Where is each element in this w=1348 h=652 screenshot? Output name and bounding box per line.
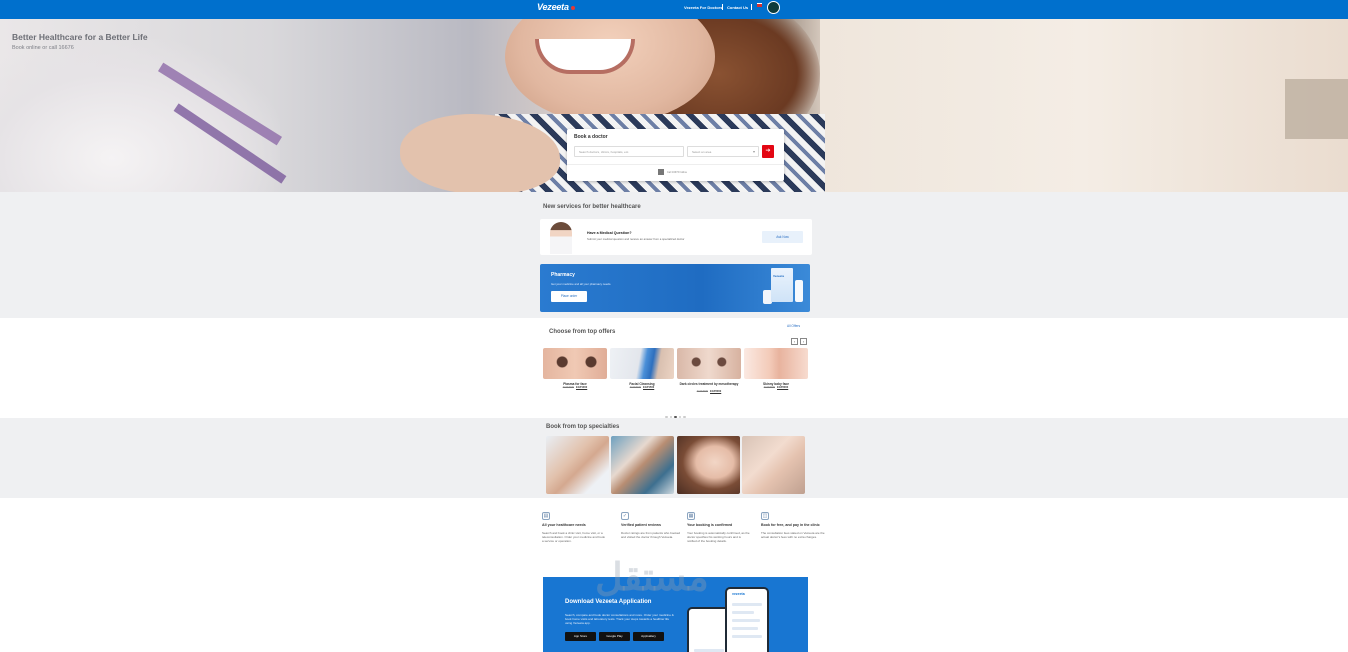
area-select[interactable]: Select an area ▾ — [687, 146, 759, 157]
offers-next-button[interactable]: › — [800, 338, 807, 345]
medicine-box-label: Vezeeta — [773, 274, 785, 278]
google-play-button[interactable]: Google Play — [599, 632, 630, 641]
doctor-illustration — [550, 222, 572, 254]
card-divider — [567, 164, 784, 165]
phone-row — [732, 611, 754, 614]
book-card-title: Book a doctor — [574, 134, 608, 140]
offers-title: Choose from top offers — [549, 329, 616, 335]
vezeeta-logo[interactable]: Vezeeta — [537, 2, 575, 12]
user-avatar[interactable] — [767, 1, 780, 14]
offer-card[interactable]: Skinny baby face EGP3000 EGP2000 — [744, 348, 808, 398]
app-gallery-button[interactable]: AppGallery — [633, 632, 664, 641]
specialties-title: Book from top specialties — [546, 424, 620, 430]
all-offers-link[interactable]: All Offers — [787, 324, 800, 328]
wallet-icon: ◫ — [761, 512, 769, 520]
feature-item: ◫ Book for free, and pay in the clinic T… — [761, 512, 825, 539]
nav-link-doctors[interactable]: Vezeeta For Doctors — [684, 5, 722, 10]
specialty-ophthalmology-card[interactable] — [611, 436, 674, 494]
specialty-pediatrics-card[interactable] — [742, 436, 805, 494]
feature-item: ▤ All your healthcare needs Search and b… — [542, 512, 606, 543]
pharmacy-subtitle: Get your medicine and all your pharmacy … — [551, 282, 612, 286]
hero-shelf-decor — [1285, 79, 1348, 139]
hero-title: Better Healthcare for a Better Life — [12, 32, 148, 42]
offer-price: EGP3000 EGP2000 — [763, 386, 789, 389]
pharmacy-title: Pharmacy — [551, 272, 575, 278]
language-flag-icon[interactable] — [757, 3, 762, 7]
feature-body: The consultation fees stated on Vezeeta … — [761, 530, 825, 539]
offers-section — [0, 318, 1348, 418]
offer-image — [744, 348, 808, 379]
phone-row — [732, 603, 762, 606]
chevron-down-icon: ▾ — [752, 149, 755, 154]
specialties-section — [0, 418, 1348, 498]
offer-card[interactable]: Dark circles treatment by mesotherapy EG… — [677, 348, 741, 398]
chevron-left-icon: ‹ — [793, 339, 796, 344]
offer-card[interactable]: Facial Cleansing EGP3000 EGP1500 — [610, 348, 674, 398]
feature-item: ▦ Your booking is confirmed Your booking… — [687, 512, 751, 543]
ask-now-button[interactable]: Ask Now — [762, 231, 803, 243]
offer-image — [610, 348, 674, 379]
phone-row — [732, 627, 758, 630]
feature-title: All your healthcare needs — [542, 523, 586, 527]
phone-logo: vezeeta — [732, 592, 745, 596]
feature-body: Search and book a clinic visit, home vis… — [542, 530, 605, 543]
search-button[interactable]: ➔ — [762, 145, 774, 158]
medicine-bottle-image — [795, 280, 803, 302]
nav-link-contact[interactable]: Contact Us — [727, 5, 748, 10]
medical-question-card[interactable]: Have a Medical Question? Submit your med… — [540, 219, 812, 255]
phone-row — [732, 635, 762, 638]
calendar-check-icon: ▦ — [687, 512, 695, 520]
chevron-right-icon: › — [802, 339, 805, 344]
feature-body: Doctor ratings are from patients who boo… — [621, 530, 681, 539]
nav-separator — [751, 4, 752, 10]
arrow-right-icon: ➔ — [765, 148, 771, 154]
phone-row — [732, 619, 760, 622]
question-title: Have a Medical Question? — [587, 231, 632, 235]
feature-title: Verified patient reviews — [621, 523, 661, 527]
offer-card[interactable]: Plasma for face EGP2000 EGP1000 — [543, 348, 607, 398]
feature-body: Your booking is automatically confirmed,… — [687, 530, 750, 543]
hero-subtitle: Book online or call 16676 — [12, 45, 74, 51]
specialty-dermatology-card[interactable] — [677, 436, 740, 494]
offers-prev-button[interactable]: ‹ — [791, 338, 798, 345]
offer-image — [543, 348, 607, 379]
phone-icon — [658, 169, 664, 175]
feature-item: ✓ Verified patient reviews Doctor rating… — [621, 512, 685, 539]
clipboard-icon: ▤ — [542, 512, 550, 520]
offer-price: EGP3000 EGP1500 — [629, 386, 655, 389]
nav-separator — [722, 4, 723, 10]
services-title: New services for better healthcare — [543, 204, 641, 210]
hotline-text: Call 16676 hotline — [667, 171, 688, 174]
question-subtitle: Submit your medical question and receive… — [587, 237, 685, 241]
logo-dot — [570, 5, 575, 10]
specialty-orthopedics-card[interactable] — [546, 436, 609, 494]
top-navbar: Vezeeta Vezeeta For Doctors Contact Us — [0, 0, 1348, 19]
hero-background-right — [820, 19, 1348, 192]
offer-name: Dark circles treatment by mesotherapy — [679, 382, 739, 386]
shield-check-icon: ✓ — [621, 512, 629, 520]
offer-price: EGP2000 EGP1000 — [562, 386, 588, 389]
feature-title: Your booking is confirmed — [687, 523, 733, 527]
place-order-button[interactable]: Place order — [551, 291, 587, 302]
watermark-text: مستقل — [595, 557, 709, 599]
app-description: Search, compare and book doctor consulta… — [565, 613, 674, 625]
offers-pagination — [665, 405, 688, 418]
offer-price: EGP4000 EGP2000 — [696, 390, 722, 393]
pharmacy-card[interactable]: Pharmacy Get your medicine and all your … — [540, 264, 810, 312]
book-doctor-card: Book a doctor Search doctors, clinics, h… — [567, 129, 784, 181]
doctor-search-input[interactable]: Search doctors, clinics, hospitals, etc. — [574, 146, 684, 157]
area-select-label: Select an area — [692, 150, 712, 154]
offer-image — [677, 348, 741, 379]
phone-mockup: vezeeta — [725, 587, 769, 652]
feature-title: Book for free, and pay in the clinic — [761, 523, 820, 527]
app-store-button[interactable]: App Store — [565, 632, 596, 641]
